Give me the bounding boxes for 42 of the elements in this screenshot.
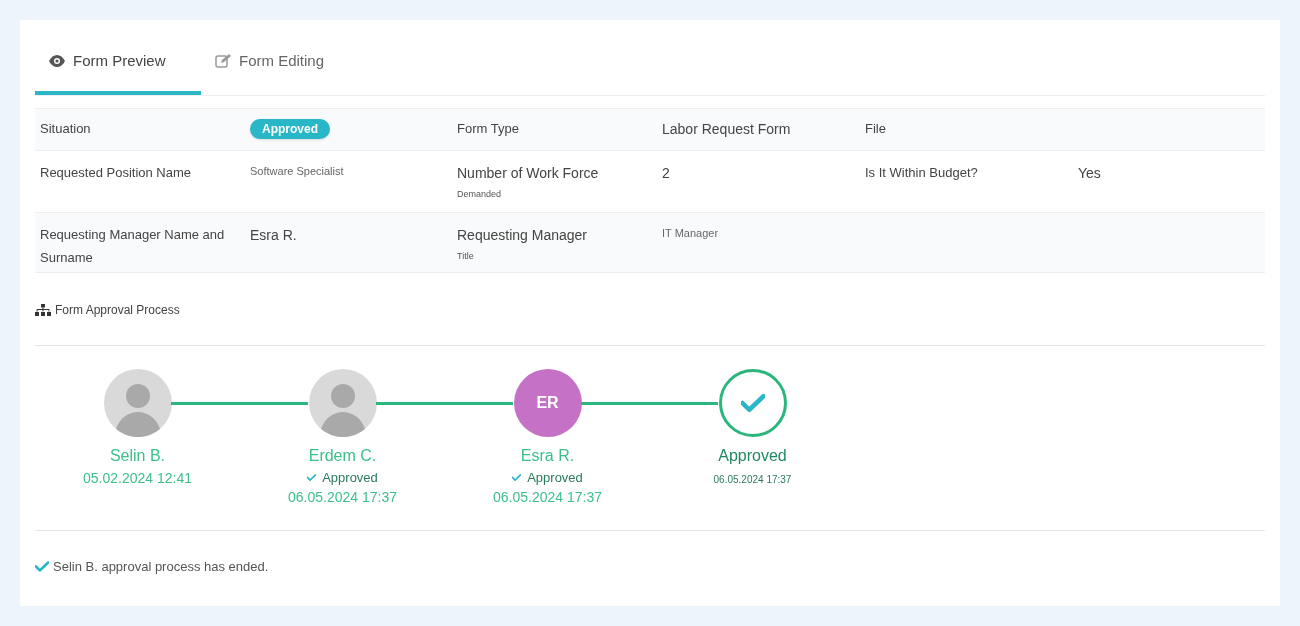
check-icon (512, 473, 522, 481)
field-value: Software Specialist (250, 163, 344, 179)
avatar-silhouette-icon (308, 368, 377, 437)
check-icon (35, 561, 49, 573)
hierarchy-icon (35, 303, 51, 316)
field-value: Esra R. (250, 225, 297, 245)
field-note: Title (457, 249, 474, 263)
field-label: Is It Within Budget? (865, 163, 978, 182)
step-status: Approved (322, 468, 378, 487)
field-label: Situation (40, 119, 91, 138)
step-date: 06.05.2024 17:37 (713, 472, 792, 487)
eye-icon (49, 55, 65, 68)
edit-icon (215, 53, 231, 70)
step-name: Selin B. (109, 445, 166, 466)
avatar-silhouette-icon (103, 368, 172, 437)
field-value: 2 (662, 163, 670, 183)
step-name: Esra R. (520, 445, 575, 466)
step-date: 06.05.2024 17:37 (288, 488, 397, 507)
field-label: Form Type (457, 119, 519, 138)
section-title: Form Approval Process (55, 301, 180, 319)
check-icon (740, 392, 765, 413)
step-name: Approved (718, 445, 787, 466)
field-value: Number of Work Force (457, 163, 599, 183)
check-icon (307, 473, 317, 481)
field-value: Labor Request Form (662, 119, 791, 139)
field-label: Requesting Manager Name and (40, 225, 225, 244)
step-date: 05.02.2024 12:41 (83, 468, 192, 488)
step-status: Approved (527, 468, 583, 487)
field-value: Requesting Manager (457, 225, 587, 245)
field-label: Requested Position Name (40, 163, 192, 182)
field-note: Demanded (457, 187, 502, 201)
field-value: Yes (1078, 163, 1101, 183)
status-message: Selin B. approval process has ended. (53, 558, 269, 576)
tab[interactable]: Form Editing (201, 50, 367, 95)
step-name: Erdem C. (308, 445, 377, 466)
field-note: Surname (40, 249, 93, 267)
initials-avatar: ER (513, 368, 582, 437)
field-value: IT Manager (662, 225, 719, 241)
field-label: File (865, 119, 886, 138)
status-badge: Approved (250, 118, 330, 139)
tab[interactable]: Form Preview (35, 50, 201, 95)
step-date: 06.05.2024 17:37 (493, 488, 602, 507)
